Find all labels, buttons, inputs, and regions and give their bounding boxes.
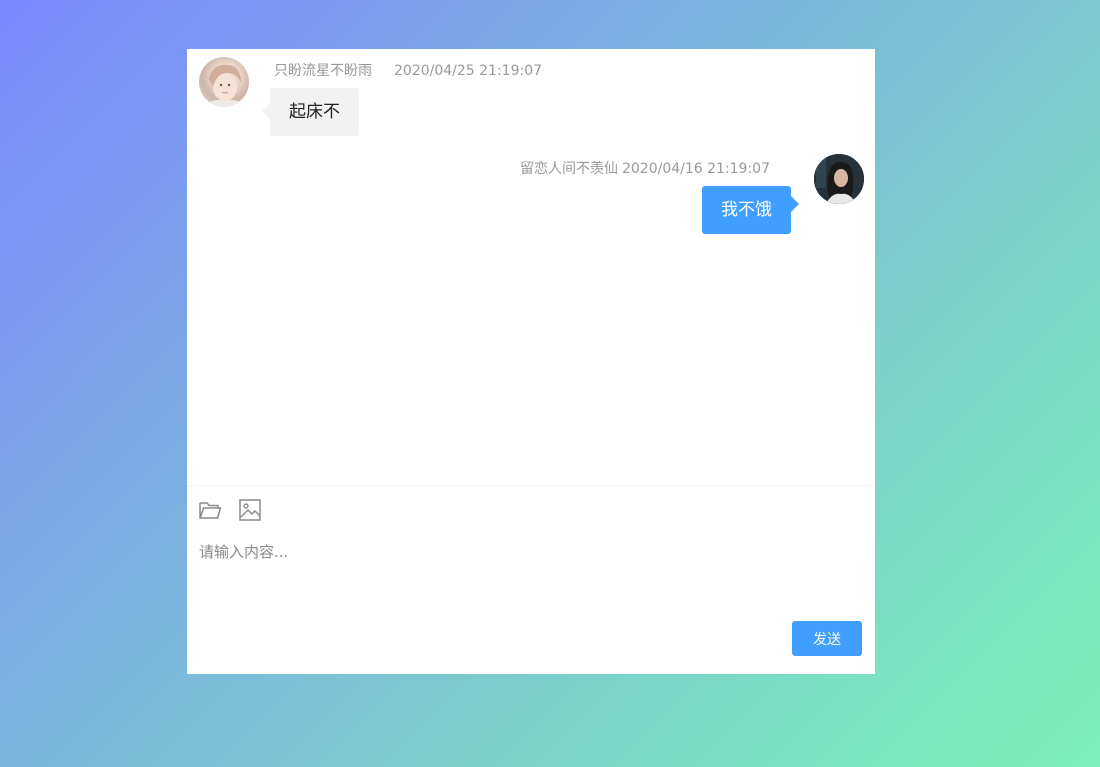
chat-window: 只盼流星不盼雨 2020/04/25 21:19:07 起床不 留恋人间不羡仙 20…	[187, 49, 875, 674]
message-list[interactable]: 只盼流星不盼雨 2020/04/25 21:19:07 起床不 留恋人间不羡仙 20…	[187, 49, 875, 485]
message-timestamp: 2020/04/25 21:19:07	[394, 63, 543, 79]
outgoing-message-bubble[interactable]: 我不饿	[702, 186, 799, 234]
send-button[interactable]: 发送	[792, 621, 862, 656]
image-icon[interactable]	[238, 498, 262, 522]
folder-icon[interactable]	[198, 498, 222, 522]
message-timestamp: 2020/04/16 21:19:07	[621, 161, 770, 177]
user-avatar[interactable]	[814, 154, 864, 204]
composer-divider	[187, 485, 875, 486]
message-meta: 只盼流星不盼雨 2020/04/25 21:19:07	[274, 60, 542, 80]
incoming-message-bubble[interactable]: 起床不	[262, 88, 359, 136]
message-input[interactable]	[199, 541, 859, 601]
sender-name: 留恋人间不羡仙	[519, 161, 618, 177]
sender-avatar[interactable]	[199, 57, 249, 107]
avatar-image	[814, 154, 864, 204]
message-meta: 留恋人间不羡仙 2020/04/16 21:19:07	[520, 158, 770, 178]
avatar-image	[203, 64, 247, 107]
sender-name: 只盼流星不盼雨	[274, 63, 372, 79]
